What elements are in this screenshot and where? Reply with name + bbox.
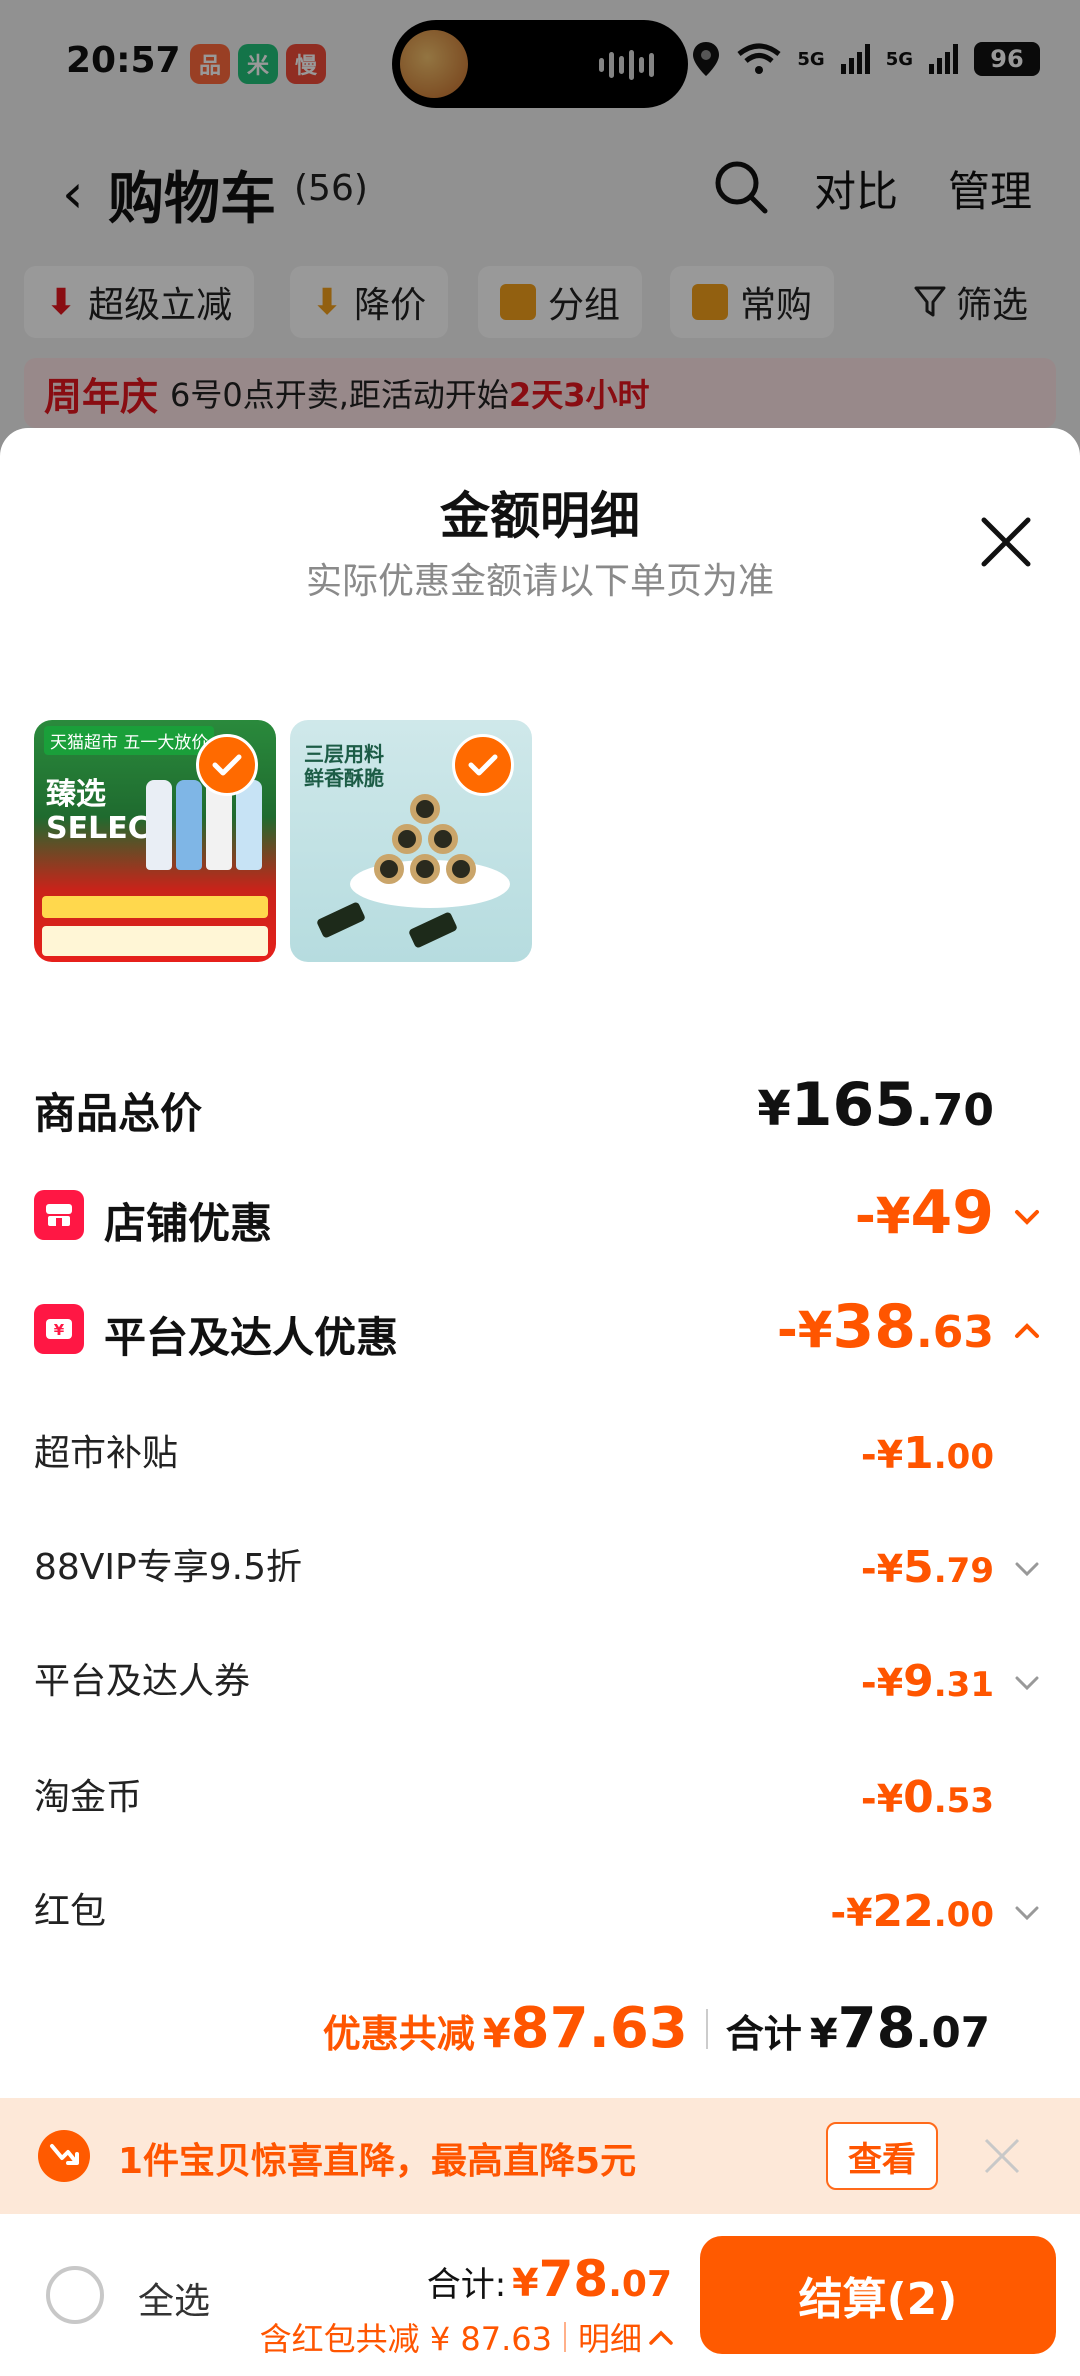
- row-label: 平台及达人券: [34, 1661, 251, 1702]
- sheet-subtitle: 实际优惠金额请以下单页为准: [305, 561, 774, 602]
- detail-link[interactable]: 明细: [578, 2314, 642, 2360]
- view-button[interactable]: 查看: [826, 2122, 938, 2190]
- row-amount: -¥0.53: [860, 1772, 994, 1823]
- row-label: 平台及达人优惠: [104, 1313, 399, 1362]
- detail-divider: [563, 2322, 566, 2352]
- amount-detail-sheet: 金额明细 实际优惠金额请以下单页为准 天猫超市 五一大放价 臻选 SELECT …: [0, 428, 1080, 2376]
- bottom-total-label: 合计:: [426, 2265, 507, 2305]
- roll-image: [410, 794, 440, 824]
- row-label: 店铺优惠: [104, 1199, 273, 1248]
- selected-check-icon[interactable]: [452, 734, 514, 796]
- product-ribbon: [42, 896, 268, 918]
- chevron-down-icon[interactable]: [1012, 1554, 1042, 1584]
- bottom-saving-text: 含红包共减 ¥ 87.63: [259, 2320, 552, 2358]
- product-headline: 臻选 SELECT: [46, 777, 171, 846]
- roll-image: [446, 854, 476, 884]
- checkout-button[interactable]: 结算(2): [700, 2236, 1056, 2354]
- roll-image: [374, 854, 404, 884]
- sheet-title: 金额明细: [440, 487, 640, 545]
- saving-label: 优惠共减: [322, 2012, 475, 2056]
- svg-text:¥: ¥: [54, 1321, 65, 1339]
- row-amount: -¥9.31: [860, 1656, 994, 1707]
- sheet-summary: 优惠共减 ¥87.63 合计 ¥78.07: [323, 1996, 990, 2061]
- row-amount: ¥165.70: [757, 1070, 994, 1140]
- selected-check-icon[interactable]: [196, 734, 258, 796]
- chevron-down-icon[interactable]: [1012, 1668, 1042, 1698]
- row-label: 88VIP专享9.5折: [34, 1547, 303, 1588]
- row-label: 红包: [34, 1891, 107, 1932]
- row-amount: -¥38.63: [777, 1292, 994, 1362]
- saving-value: ¥87.63: [482, 1996, 688, 2061]
- price-drop-icon: [38, 2130, 90, 2182]
- chevron-down-icon[interactable]: [1012, 1202, 1042, 1232]
- close-icon[interactable]: [976, 512, 1036, 572]
- roll-image: [428, 824, 458, 854]
- row-amount: -¥22.00: [830, 1886, 994, 1937]
- selected-products: 天猫超市 五一大放价 臻选 SELECT 三层用料 鲜香酥脆: [34, 720, 532, 962]
- product-thumb-beer[interactable]: 天猫超市 五一大放价 臻选 SELECT: [34, 720, 276, 962]
- chevron-down-icon[interactable]: [1012, 1898, 1042, 1928]
- store-icon: [34, 1190, 84, 1240]
- bottom-total: 合计: ¥78.07: [427, 2250, 672, 2308]
- select-all-label[interactable]: 全选: [138, 2272, 210, 2324]
- bottle-image: [236, 780, 262, 870]
- roll-image: [392, 824, 422, 854]
- bottle-image: [176, 780, 202, 870]
- row-label: 淘金币: [34, 1777, 143, 1818]
- close-icon[interactable]: [980, 2134, 1024, 2178]
- seaweed-image: [315, 901, 367, 939]
- row-amount: -¥5.79: [860, 1542, 994, 1593]
- price-drop-banner[interactable]: 1件宝贝惊喜直降，最高直降5元 查看: [0, 2098, 1080, 2214]
- roll-image: [410, 854, 440, 884]
- product-banner: 天猫超市 五一大放价: [44, 726, 215, 755]
- total-label: 合计: [725, 2012, 802, 2056]
- row-label: 超市补贴: [34, 1433, 179, 1474]
- coupon-icon: ¥: [34, 1304, 84, 1354]
- row-amount: -¥1.00: [860, 1428, 994, 1479]
- summary-divider: [705, 2008, 708, 2049]
- checkout-bar: 全选 合计: ¥78.07 含红包共减 ¥ 87.63 明细 结算(2): [0, 2214, 1080, 2376]
- seaweed-image: [407, 911, 459, 949]
- select-all-checkbox[interactable]: [46, 2266, 104, 2324]
- total-value: ¥78.07: [809, 1996, 990, 2061]
- bottle-image: [146, 780, 172, 870]
- product-thumb-seaweed[interactable]: 三层用料 鲜香酥脆: [290, 720, 532, 962]
- price-drop-text: 1件宝贝惊喜直降，最高直降5元: [118, 2141, 637, 2182]
- chevron-up-icon[interactable]: [648, 2327, 674, 2347]
- chevron-up-icon[interactable]: [1012, 1316, 1042, 1346]
- bottom-total-value: ¥78.07: [512, 2250, 672, 2308]
- product-ribbon: [42, 926, 268, 956]
- bottom-detail[interactable]: 含红包共减 ¥ 87.63 明细: [260, 2314, 674, 2360]
- product-headline: 三层用料 鲜香酥脆: [304, 742, 384, 790]
- row-label: 商品总价: [34, 1089, 203, 1138]
- row-amount: -¥49: [854, 1178, 994, 1248]
